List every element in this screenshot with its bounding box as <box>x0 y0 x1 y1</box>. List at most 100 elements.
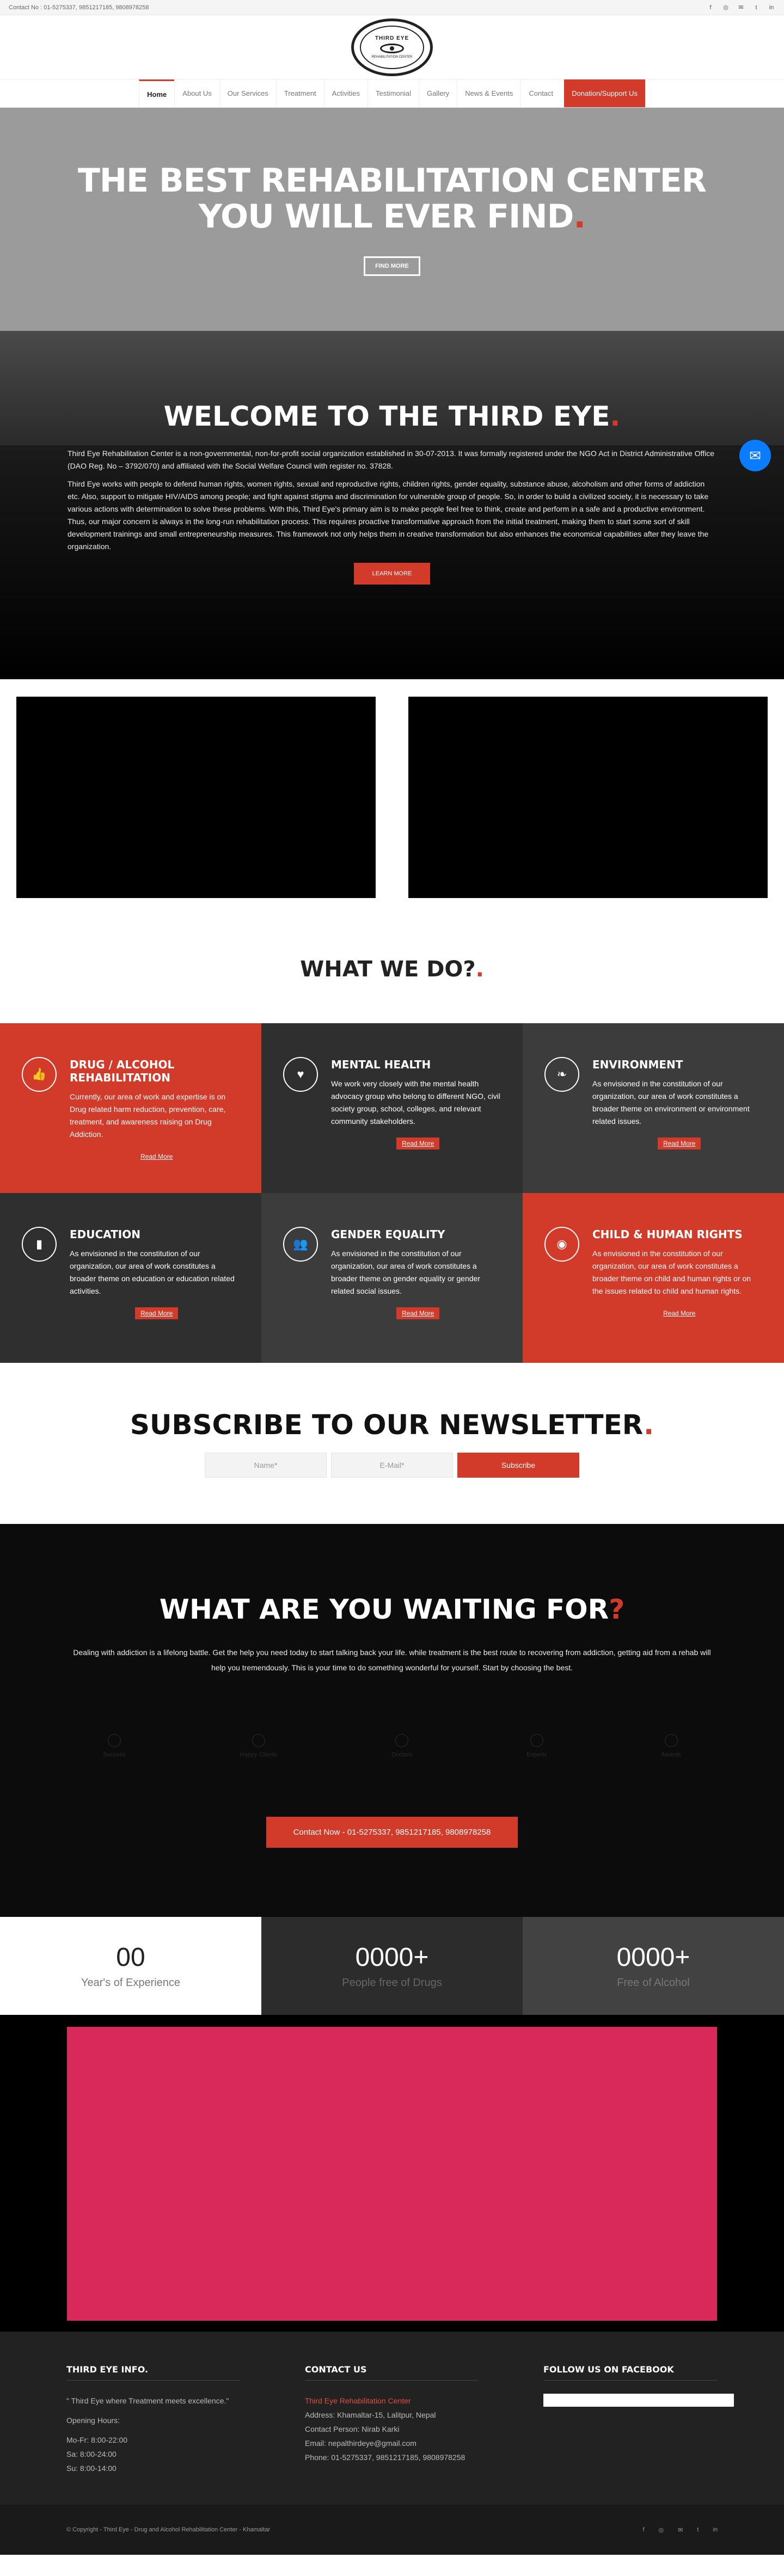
nav-testimonial[interactable]: Testimonial <box>367 79 419 107</box>
service-title: MENTAL HEALTH <box>331 1058 431 1071</box>
counter-number: 0000+ <box>355 1943 429 1972</box>
hours-weekday: Mo-Fr: 8:00-22:00 <box>66 2436 128 2444</box>
twitter-icon[interactable]: t <box>697 2526 699 2534</box>
newsletter-title: SUBSCRIBE TO OUR NEWSLETTER. <box>130 1409 654 1441</box>
welcome-paragraph-2: Third Eye works with people to defend hu… <box>68 479 709 551</box>
footer-facebook: FOLLOW US ON FACEBOOK <box>543 2364 734 2505</box>
heart-icon: ♥ <box>283 1057 318 1092</box>
service-title: DRUG / ALCOHOL REHABILITATION <box>70 1058 175 1084</box>
footer-quote: " Third Eye where Treatment meets excell… <box>66 2396 229 2405</box>
read-more-link[interactable]: Read More <box>135 1151 178 1163</box>
stat-icon <box>107 1734 121 1747</box>
read-more-button[interactable]: Read More <box>135 1307 179 1319</box>
newsletter-form: Name* E-Mail* Subscribe <box>205 1453 579 1478</box>
read-more-button[interactable]: Read More <box>396 1307 440 1319</box>
service-text: As envisioned in the constitution of our… <box>592 1079 750 1126</box>
mail-icon[interactable]: ✉ <box>678 2526 683 2534</box>
video-player-2[interactable] <box>408 697 768 898</box>
learn-more-button[interactable]: LEARN MORE <box>354 563 430 585</box>
service-text: Currently, our area of work and expertis… <box>70 1092 226 1139</box>
read-more-link[interactable]: Read More <box>658 1307 701 1319</box>
site-logo[interactable]: THIRD EYE REHABILITATION CENTER <box>351 18 433 76</box>
facebook-widget[interactable] <box>543 2394 734 2407</box>
instagram-icon[interactable]: ◎ <box>659 2526 664 2534</box>
service-text: We work very closely with the mental hea… <box>331 1079 501 1126</box>
name-input[interactable]: Name* <box>205 1453 327 1478</box>
find-more-button[interactable]: FIND MORE <box>364 256 420 276</box>
footer-address: Address: Khamaltar-15, Lalitpur, Nepal <box>305 2411 436 2419</box>
read-more-button[interactable]: Read More <box>396 1138 440 1149</box>
eye-icon: ◉ <box>544 1227 579 1262</box>
facebook-icon[interactable]: f <box>707 4 714 11</box>
linkedin-icon[interactable]: in <box>768 4 775 11</box>
wwd-title-text: WHAT WE DO? <box>300 957 476 982</box>
service-card-education: ▮ EDUCATION As envisioned in the constitu… <box>0 1193 261 1363</box>
map-section <box>0 2015 784 2332</box>
hero-line-2: YOU WILL EVER FIND <box>198 198 574 236</box>
footer-info-title: THIRD EYE INFO. <box>66 2364 240 2381</box>
copyright-text: © Copyright - Third Eye - Drug and Alcoh… <box>66 2526 271 2533</box>
subscribe-button[interactable]: Subscribe <box>457 1453 579 1478</box>
counters-section: 00 Year's of Experience 0000+ People free … <box>0 1917 784 2015</box>
footer-email[interactable]: Email: nepalthirdeye@gmail.com <box>305 2436 478 2450</box>
donate-button[interactable]: Donation/Support Us <box>564 79 645 107</box>
faint-stat: Happy Clients <box>240 1734 277 1758</box>
email-input[interactable]: E-Mail* <box>331 1453 453 1478</box>
faint-stat: Awards <box>661 1734 681 1758</box>
messenger-icon[interactable]: ✉ <box>739 440 771 471</box>
leaf-icon: ❧ <box>544 1057 579 1092</box>
footer: THIRD EYE INFO. " Third Eye where Treatm… <box>0 2332 784 2505</box>
faint-stat: Experts <box>526 1734 547 1758</box>
main-nav: Home About Us Our Services Treatment Act… <box>0 79 784 108</box>
service-text: As envisioned in the constitution of our… <box>331 1249 480 1295</box>
waiting-question-mark: ? <box>609 1594 625 1625</box>
logo-subtitle: REHABILITATION CENTER <box>371 56 413 59</box>
counter-experience: 00 Year's of Experience <box>0 1917 261 2015</box>
footer-info: THIRD EYE INFO. " Third Eye where Treatm… <box>66 2364 240 2505</box>
mail-icon[interactable]: ✉ <box>737 4 745 11</box>
top-social-links: f ◎ ✉ t in <box>707 4 775 11</box>
counter-alcohol: 0000+ Free of Alcohol <box>523 1917 784 2015</box>
video-player-1[interactable] <box>16 697 376 898</box>
nav-contact[interactable]: Contact <box>520 79 561 107</box>
footer-fb-title: FOLLOW US ON FACEBOOK <box>543 2364 718 2381</box>
service-card-child-rights: ◉ CHILD & HUMAN RIGHTS As envisioned in t… <box>523 1193 784 1363</box>
footer-social-links: f ◎ ✉ t in <box>642 2526 718 2534</box>
instagram-icon[interactable]: ◎ <box>722 4 730 11</box>
faint-stat: Doctors <box>391 1734 412 1758</box>
nav-treatment[interactable]: Treatment <box>275 79 324 107</box>
services-grid: 👍 DRUG / ALCOHOL REHABILITATION Currently… <box>0 1023 784 1363</box>
footer-contact-title: CONTACT US <box>305 2364 478 2381</box>
hours-sunday: Su: 8:00-14:00 <box>66 2464 117 2473</box>
faint-stat: Success <box>103 1734 126 1758</box>
nav-services[interactable]: Our Services <box>219 79 276 107</box>
nav-gallery[interactable]: Gallery <box>419 79 457 107</box>
contact-now-button[interactable]: Contact Now - 01-5275337, 9851217185, 98… <box>266 1817 518 1848</box>
service-card-gender-equality: 👥 GENDER EQUALITY As envisioned in the co… <box>261 1193 523 1363</box>
counter-label: Year's of Experience <box>81 1977 181 1989</box>
footer-contact: CONTACT US Third Eye Rehabilitation Cent… <box>305 2364 478 2505</box>
what-we-do-title: WHAT WE DO?. <box>0 937 784 1023</box>
service-title: EDUCATION <box>70 1228 140 1241</box>
map-embed[interactable] <box>67 2027 717 2321</box>
waiting-title-text: WHAT ARE YOU WAITING FOR <box>159 1594 609 1625</box>
twitter-icon[interactable]: t <box>752 4 760 11</box>
waiting-text: Dealing with addiction is a lifelong bat… <box>73 1648 711 1672</box>
video-section <box>0 679 784 937</box>
linkedin-icon[interactable]: in <box>713 2526 718 2534</box>
read-more-button[interactable]: Read More <box>658 1138 701 1149</box>
welcome-title: WELCOME TO THE THIRD EYE. <box>68 401 716 432</box>
contact-info: Contact No : 01-5275337, 9851217185, 980… <box>9 4 149 11</box>
counter-label: Free of Alcohol <box>617 1977 690 1989</box>
nav-activities[interactable]: Activities <box>323 79 367 107</box>
nav-home[interactable]: Home <box>139 79 175 107</box>
counter-label: People free of Drugs <box>342 1977 442 1989</box>
opening-hours-title: Opening Hours: <box>66 2416 120 2425</box>
newsletter-title-text: SUBSCRIBE TO OUR NEWSLETTER <box>130 1409 644 1441</box>
nav-about[interactable]: About Us <box>174 79 219 107</box>
facebook-icon[interactable]: f <box>642 2526 644 2534</box>
service-card-environment: ❧ ENVIRONMENT As envisioned in the consti… <box>523 1023 784 1193</box>
nav-news-events[interactable]: News & Events <box>457 79 520 107</box>
counter-drugs: 0000+ People free of Drugs <box>261 1917 523 2015</box>
welcome-title-text: WELCOME TO THE THIRD EYE <box>163 401 610 432</box>
